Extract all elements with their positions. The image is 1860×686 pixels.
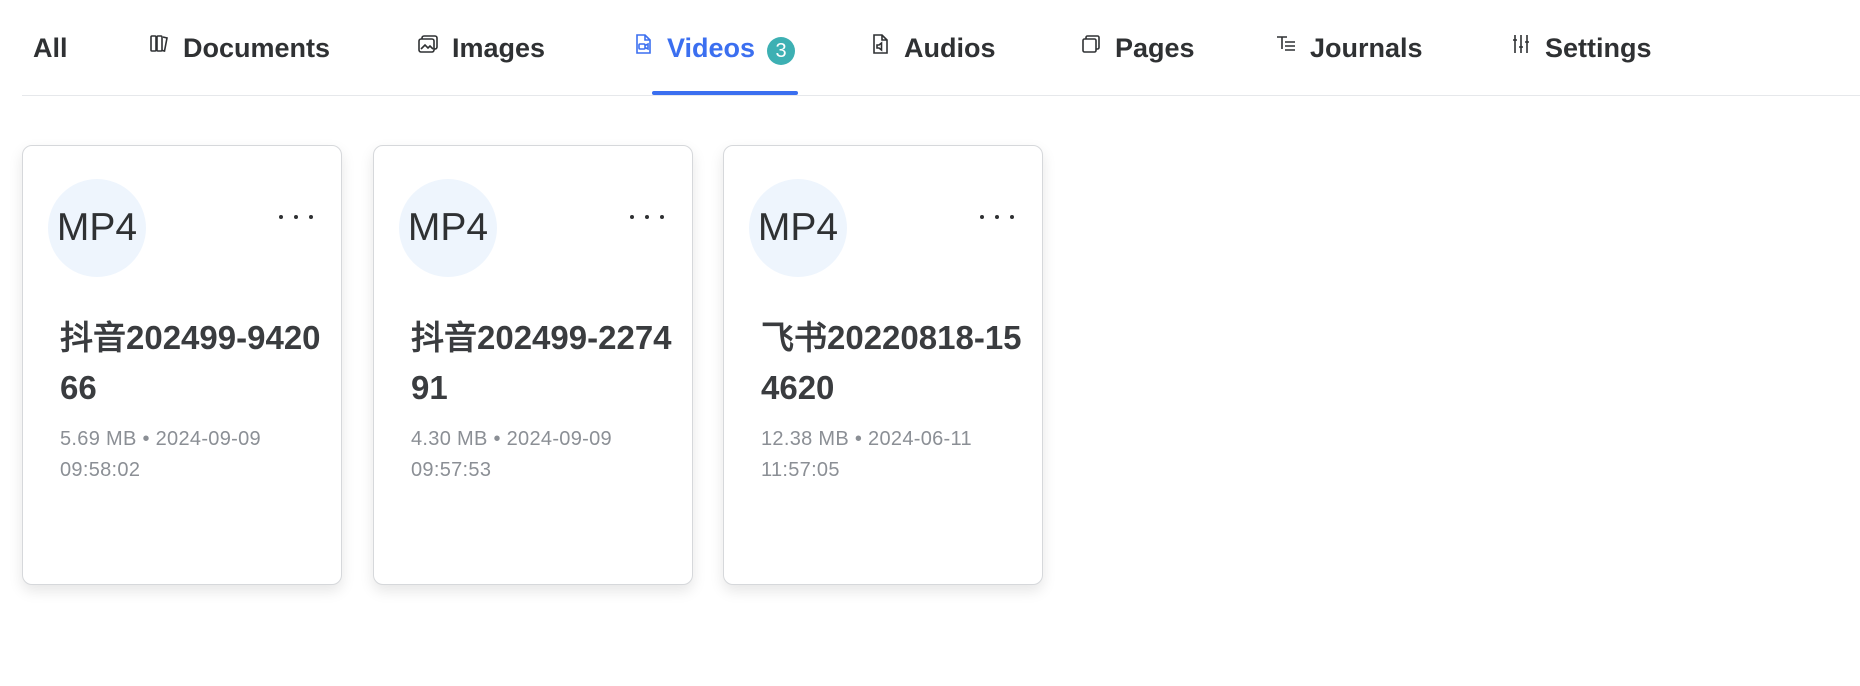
video-file-icon bbox=[631, 32, 655, 56]
meta-separator: • bbox=[854, 428, 863, 450]
journals-icon bbox=[1274, 32, 1298, 56]
audio-file-icon bbox=[868, 32, 892, 56]
file-size: 5.69 MB bbox=[60, 428, 137, 450]
file-size: 12.38 MB bbox=[761, 428, 850, 450]
file-card[interactable]: MP4 飞书20220818-154620 12.38 MB • 2024-06… bbox=[723, 145, 1043, 585]
active-tab-indicator bbox=[652, 91, 798, 95]
file-date: 2024-06-11 bbox=[868, 428, 972, 450]
tab-label: Documents bbox=[183, 32, 331, 63]
file-meta: 12.38 MB • 2024-06-11 11:57:05 bbox=[761, 424, 1011, 486]
tab-label: Journals bbox=[1310, 32, 1423, 63]
tab-label: Pages bbox=[1115, 32, 1195, 63]
file-time: 09:58:02 bbox=[60, 459, 141, 481]
file-name: 飞书20220818-154620 bbox=[761, 319, 1022, 406]
file-name: 抖音202499-942066 bbox=[60, 319, 321, 406]
tab-label: Images bbox=[452, 32, 546, 63]
file-type-badge: MP4 bbox=[399, 179, 497, 277]
file-date: 2024-09-09 bbox=[155, 428, 261, 450]
file-size: 4.30 MB bbox=[411, 428, 488, 450]
tab-videos[interactable]: Videos 3 bbox=[631, 26, 796, 70]
file-type-badge: MP4 bbox=[48, 179, 146, 277]
tab-documents[interactable]: Documents bbox=[147, 26, 330, 70]
tab-label: Audios bbox=[904, 32, 996, 63]
file-meta: 5.69 MB • 2024-09-09 09:58:02 bbox=[60, 424, 310, 486]
file-card[interactable]: MP4 抖音202499-942066 5.69 MB • 2024-09-09… bbox=[22, 145, 342, 585]
file-time: 09:57:53 bbox=[411, 459, 492, 481]
tab-pages[interactable]: Pages bbox=[1079, 26, 1195, 70]
meta-separator: • bbox=[493, 428, 501, 450]
sliders-icon bbox=[1509, 32, 1533, 56]
count-badge: 3 bbox=[767, 37, 796, 65]
tab-label: All bbox=[33, 32, 68, 63]
tab-journals[interactable]: Journals bbox=[1274, 26, 1423, 70]
file-type-badge: MP4 bbox=[749, 179, 847, 277]
documents-icon bbox=[147, 32, 171, 56]
tab-all[interactable]: All bbox=[33, 26, 68, 70]
images-icon bbox=[416, 32, 440, 56]
pages-icon bbox=[1079, 32, 1103, 56]
tab-audios[interactable]: Audios bbox=[868, 26, 996, 70]
more-options-icon[interactable] bbox=[980, 212, 1014, 222]
tab-settings[interactable]: Settings bbox=[1509, 26, 1652, 70]
more-options-icon[interactable] bbox=[279, 212, 313, 222]
file-date: 2024-09-09 bbox=[506, 428, 612, 450]
more-options-icon[interactable] bbox=[630, 212, 664, 222]
category-tabbar: All Documents Images Videos 3 Audios Pag… bbox=[22, 0, 1860, 96]
file-time: 11:57:05 bbox=[761, 459, 840, 481]
tab-label: Videos bbox=[667, 32, 756, 63]
file-name: 抖音202499-227491 bbox=[411, 319, 672, 406]
tab-label: Settings bbox=[1545, 32, 1652, 63]
file-meta: 4.30 MB • 2024-09-09 09:57:53 bbox=[411, 424, 661, 486]
meta-separator: • bbox=[142, 428, 150, 450]
tab-images[interactable]: Images bbox=[416, 26, 545, 70]
file-card[interactable]: MP4 抖音202499-227491 4.30 MB • 2024-09-09… bbox=[373, 145, 693, 585]
